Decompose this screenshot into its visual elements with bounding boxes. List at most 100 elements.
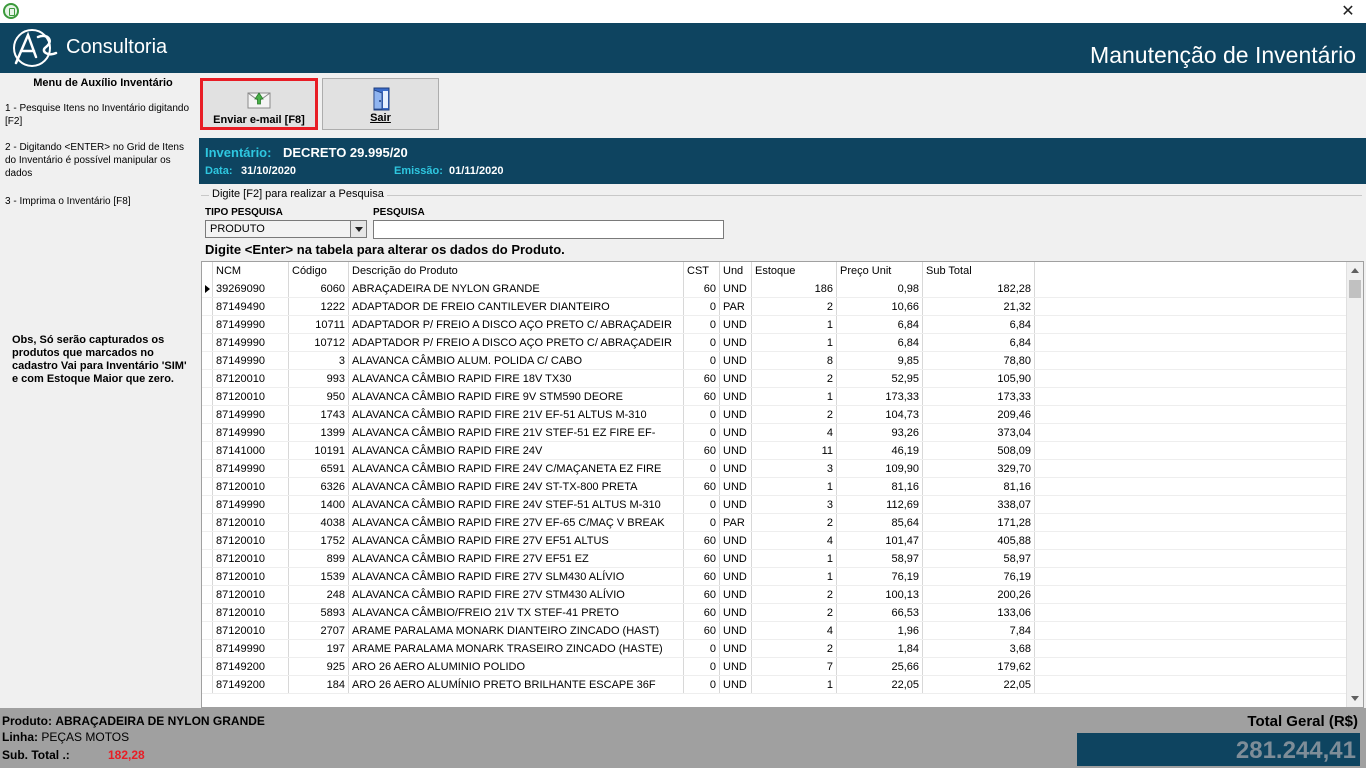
cell-unit-price[interactable]: 1,96 <box>837 622 923 639</box>
cell-code[interactable]: 925 <box>289 658 349 675</box>
cell-unit-price[interactable]: 10,66 <box>837 298 923 315</box>
cell-unit-price[interactable]: 6,84 <box>837 334 923 351</box>
cell-subtotal[interactable]: 171,28 <box>923 514 1035 531</box>
cell-code[interactable]: 10191 <box>289 442 349 459</box>
scroll-thumb[interactable] <box>1349 280 1361 298</box>
cell-code[interactable]: 1222 <box>289 298 349 315</box>
cell-unit[interactable]: UND <box>720 316 752 333</box>
cell-stock[interactable]: 1 <box>752 568 837 585</box>
cell-description[interactable]: ALAVANCA CÂMBIO RAPID FIRE 21V EF-51 ALT… <box>349 406 684 423</box>
cell-unit-price[interactable]: 25,66 <box>837 658 923 675</box>
cell-subtotal[interactable]: 21,32 <box>923 298 1035 315</box>
close-icon[interactable]: ✕ <box>1338 2 1358 21</box>
cell-unit[interactable]: UND <box>720 352 752 369</box>
cell-cst[interactable]: 60 <box>684 604 720 621</box>
cell-ncm[interactable]: 87120010 <box>213 550 289 567</box>
cell-unit[interactable]: UND <box>720 676 752 693</box>
cell-unit-price[interactable]: 112,69 <box>837 496 923 513</box>
cell-unit[interactable]: PAR <box>720 514 752 531</box>
cell-cst[interactable]: 60 <box>684 370 720 387</box>
search-type-select[interactable]: PRODUTO <box>205 220 367 238</box>
cell-stock[interactable]: 2 <box>752 370 837 387</box>
cell-ncm[interactable]: 87120010 <box>213 388 289 405</box>
table-row[interactable]: 87149200 925 ARO 26 AERO ALUMINIO POLIDO 0 U… <box>202 658 1348 676</box>
cell-code[interactable]: 4038 <box>289 514 349 531</box>
cell-unit[interactable]: UND <box>720 640 752 657</box>
cell-subtotal[interactable]: 508,09 <box>923 442 1035 459</box>
cell-subtotal[interactable]: 6,84 <box>923 316 1035 333</box>
cell-unit-price[interactable]: 1,84 <box>837 640 923 657</box>
cell-code[interactable]: 5893 <box>289 604 349 621</box>
cell-ncm[interactable]: 39269090 <box>213 280 289 297</box>
cell-description[interactable]: ALAVANCA CÂMBIO RAPID FIRE 27V EF-65 C/M… <box>349 514 684 531</box>
cell-subtotal[interactable]: 182,28 <box>923 280 1035 297</box>
cell-description[interactable]: ALAVANCA CÂMBIO ALUM. POLIDA C/ CABO <box>349 352 684 369</box>
table-row[interactable]: 87149990 1399 ALAVANCA CÂMBIO RAPID FIRE 2… <box>202 424 1348 442</box>
table-row[interactable]: 87120010 899 ALAVANCA CÂMBIO RAPID FIRE 27… <box>202 550 1348 568</box>
cell-description[interactable]: ALAVANCA CÂMBIO/FREIO 21V TX STEF-41 PRE… <box>349 604 684 621</box>
table-row[interactable]: 87120010 4038 ALAVANCA CÂMBIO RAPID FIRE 2… <box>202 514 1348 532</box>
cell-code[interactable]: 248 <box>289 586 349 603</box>
cell-ncm[interactable]: 87120010 <box>213 532 289 549</box>
cell-cst[interactable]: 60 <box>684 586 720 603</box>
table-row[interactable]: 87120010 950 ALAVANCA CÂMBIO RAPID FIRE 9V… <box>202 388 1348 406</box>
cell-description[interactable]: ABRAÇADEIRA DE NYLON GRANDE <box>349 280 684 297</box>
cell-code[interactable]: 6326 <box>289 478 349 495</box>
cell-code[interactable]: 1743 <box>289 406 349 423</box>
cell-cst[interactable]: 0 <box>684 640 720 657</box>
cell-code[interactable]: 10711 <box>289 316 349 333</box>
cell-description[interactable]: ALAVANCA CÂMBIO RAPID FIRE 27V STM430 AL… <box>349 586 684 603</box>
table-row[interactable]: 87120010 248 ALAVANCA CÂMBIO RAPID FIRE 27… <box>202 586 1348 604</box>
cell-description[interactable]: ALAVANCA CÂMBIO RAPID FIRE 18V TX30 <box>349 370 684 387</box>
cell-subtotal[interactable]: 209,46 <box>923 406 1035 423</box>
table-row[interactable]: 87149990 1400 ALAVANCA CÂMBIO RAPID FIRE 2… <box>202 496 1348 514</box>
table-row[interactable]: 87149490 1222 ADAPTADOR DE FREIO CANTILEVE… <box>202 298 1348 316</box>
cell-unit[interactable]: UND <box>720 478 752 495</box>
cell-cst[interactable]: 0 <box>684 658 720 675</box>
cell-cst[interactable]: 60 <box>684 442 720 459</box>
cell-stock[interactable]: 1 <box>752 676 837 693</box>
cell-description[interactable]: ADAPTADOR DE FREIO CANTILEVER DIANTEIRO <box>349 298 684 315</box>
cell-subtotal[interactable]: 338,07 <box>923 496 1035 513</box>
cell-ncm[interactable]: 87120010 <box>213 586 289 603</box>
cell-stock[interactable]: 186 <box>752 280 837 297</box>
cell-cst[interactable]: 60 <box>684 478 720 495</box>
cell-unit[interactable]: UND <box>720 460 752 477</box>
cell-ncm[interactable]: 87149990 <box>213 406 289 423</box>
cell-unit-price[interactable]: 173,33 <box>837 388 923 405</box>
cell-unit[interactable]: UND <box>720 370 752 387</box>
cell-unit-price[interactable]: 76,19 <box>837 568 923 585</box>
cell-cst[interactable]: 0 <box>684 424 720 441</box>
cell-description[interactable]: ALAVANCA CÂMBIO RAPID FIRE 27V SLM430 AL… <box>349 568 684 585</box>
cell-code[interactable]: 1399 <box>289 424 349 441</box>
cell-description[interactable]: ARAME PARALAMA MONARK DIANTEIRO ZINCADO … <box>349 622 684 639</box>
cell-unit[interactable]: UND <box>720 604 752 621</box>
cell-description[interactable]: ALAVANCA CÂMBIO RAPID FIRE 24V C/MAÇANET… <box>349 460 684 477</box>
search-input[interactable] <box>373 220 724 239</box>
cell-subtotal[interactable]: 173,33 <box>923 388 1035 405</box>
cell-cst[interactable]: 0 <box>684 496 720 513</box>
cell-unit[interactable]: UND <box>720 568 752 585</box>
cell-unit-price[interactable]: 52,95 <box>837 370 923 387</box>
column-header-stock[interactable]: Estoque <box>752 262 837 280</box>
scroll-down-icon[interactable] <box>1347 690 1363 707</box>
column-header-ncm[interactable]: NCM <box>213 262 289 280</box>
cell-ncm[interactable]: 87149490 <box>213 298 289 315</box>
cell-cst[interactable]: 60 <box>684 532 720 549</box>
cell-stock[interactable]: 1 <box>752 334 837 351</box>
cell-subtotal[interactable]: 6,84 <box>923 334 1035 351</box>
cell-stock[interactable]: 4 <box>752 532 837 549</box>
cell-subtotal[interactable]: 7,84 <box>923 622 1035 639</box>
cell-description[interactable]: ARAME PARALAMA MONARK TRASEIRO ZINCADO (… <box>349 640 684 657</box>
cell-code[interactable]: 1400 <box>289 496 349 513</box>
cell-description[interactable]: ALAVANCA CÂMBIO RAPID FIRE 27V EF51 EZ <box>349 550 684 567</box>
cell-cst[interactable]: 0 <box>684 460 720 477</box>
cell-unit-price[interactable]: 22,05 <box>837 676 923 693</box>
cell-cst[interactable]: 0 <box>684 316 720 333</box>
vertical-scrollbar[interactable] <box>1346 262 1363 707</box>
cell-subtotal[interactable]: 58,97 <box>923 550 1035 567</box>
cell-stock[interactable]: 1 <box>752 388 837 405</box>
cell-cst[interactable]: 0 <box>684 676 720 693</box>
cell-ncm[interactable]: 87120010 <box>213 370 289 387</box>
cell-stock[interactable]: 8 <box>752 352 837 369</box>
